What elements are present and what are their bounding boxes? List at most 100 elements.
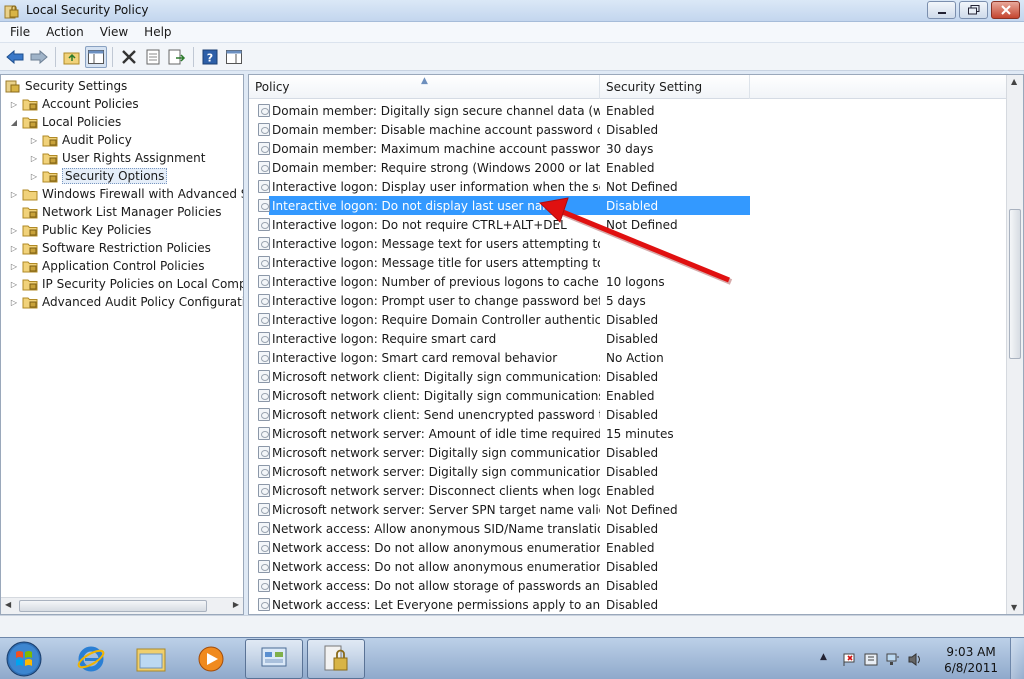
taskbar-internet-explorer[interactable]	[62, 639, 120, 679]
export-list-button[interactable]	[166, 46, 188, 68]
policy-row[interactable]: Interactive logon: Number of previous lo…	[249, 272, 1007, 291]
policy-row[interactable]: Microsoft network client: Digitally sign…	[249, 367, 1007, 386]
policy-row[interactable]: Network access: Let Everyone permissions…	[249, 595, 1007, 614]
policy-row[interactable]: Microsoft network server: Digitally sign…	[249, 462, 1007, 481]
scroll-down-arrow-icon[interactable]: ▼	[1011, 603, 1017, 612]
back-button[interactable]	[4, 46, 26, 68]
policy-row[interactable]: Microsoft network client: Digitally sign…	[249, 386, 1007, 405]
policy-row[interactable]: Microsoft network server: Disconnect cli…	[249, 481, 1007, 500]
tree-expand-icon[interactable]: ▷	[29, 154, 39, 163]
tree-item[interactable]: ▷ IP Security Policies on Local Compute	[9, 275, 243, 293]
policy-row[interactable]: Microsoft network server: Digitally sign…	[249, 443, 1007, 462]
column-header-security-setting[interactable]: Security Setting	[600, 75, 750, 99]
policy-row[interactable]: Microsoft network server: Amount of idle…	[249, 424, 1007, 443]
tree-item[interactable]: ▷ User Rights Assignment	[29, 149, 206, 167]
console-tree: Security Settings ▷ Account Policies ◢ Loca…	[0, 74, 244, 615]
delete-button[interactable]	[118, 46, 140, 68]
action-center-flag-icon[interactable]	[842, 653, 856, 666]
windows-start-icon	[6, 641, 42, 677]
policy-row[interactable]: Interactive logon: Prompt user to change…	[249, 291, 1007, 310]
policy-row[interactable]: Domain member: Require strong (Windows 2…	[249, 158, 1007, 177]
policy-row[interactable]: Domain member: Disable machine account p…	[249, 120, 1007, 139]
policy-row[interactable]: Interactive logon: Message title for use…	[249, 253, 1007, 272]
policy-row[interactable]: Interactive logon: Smart card removal be…	[249, 348, 1007, 367]
tree-item-security-settings[interactable]: Security Settings	[5, 77, 127, 95]
maximize-button[interactable]	[959, 1, 988, 19]
policy-row[interactable]: Network access: Do not allow anonymous e…	[249, 538, 1007, 557]
tree-expand-icon[interactable]: ▷	[29, 136, 39, 145]
tree-item[interactable]: ▷ Security Options	[29, 167, 168, 185]
policy-row[interactable]: Network access: Allow anonymous SID/Name…	[249, 519, 1007, 538]
tree-item[interactable]: ◢ Local Policies	[9, 113, 121, 131]
menu-file[interactable]: File	[2, 22, 38, 43]
tree-item[interactable]: ▷ Software Restriction Policies	[9, 239, 211, 257]
show-hidden-icons-icon[interactable]: ▲	[820, 652, 827, 662]
tree-expand-icon[interactable]: ▷	[9, 100, 19, 109]
policy-row[interactable]: Microsoft network server: Server SPN tar…	[249, 500, 1007, 519]
tree-expand-icon[interactable]: ▷	[9, 190, 19, 199]
show-hide-action-pane-button[interactable]	[223, 46, 245, 68]
policy-row[interactable]: Domain member: Maximum machine account p…	[249, 139, 1007, 158]
taskbar-windows-explorer[interactable]	[122, 639, 180, 679]
policy-security-setting: Enabled	[606, 388, 655, 403]
list-vertical-scrollbar[interactable]: ▲ ▼	[1006, 75, 1023, 614]
tree-expand-icon[interactable]: ▷	[9, 226, 19, 235]
taskbar-local-security-policy[interactable]	[307, 639, 365, 679]
policy-row[interactable]: Interactive logon: Require smart card Dis…	[249, 329, 1007, 348]
taskbar-clock[interactable]: 9:03 AM 6/8/2011	[944, 644, 998, 676]
policy-folder-icon	[42, 153, 58, 165]
tree-expand-icon[interactable]: ▷	[29, 172, 39, 181]
windows-update-icon[interactable]	[864, 653, 878, 666]
tree-item[interactable]: ▷ Audit Policy	[29, 131, 132, 149]
policy-row[interactable]: Domain member: Digitally sign secure cha…	[249, 101, 1007, 120]
help-button[interactable]: ?	[199, 46, 221, 68]
show-hide-console-tree-button[interactable]	[85, 45, 107, 68]
tree-collapse-icon[interactable]: ◢	[9, 118, 19, 127]
tree-item[interactable]: ▷ Account Policies	[9, 95, 139, 113]
policy-security-setting: Disabled	[606, 559, 659, 574]
tree-expand-icon[interactable]: ▷	[9, 244, 19, 253]
menu-view[interactable]: View	[92, 22, 136, 43]
policy-setting-icon	[258, 294, 270, 307]
taskbar-control-panel[interactable]	[245, 639, 303, 679]
minimize-button[interactable]	[927, 1, 956, 19]
policy-row[interactable]: Interactive logon: Require Domain Contro…	[249, 310, 1007, 329]
volume-icon[interactable]	[908, 653, 922, 666]
tree-item[interactable]: ▷ Public Key Policies	[9, 221, 151, 239]
network-icon[interactable]	[886, 653, 900, 666]
column-header-policy[interactable]: ▲ Policy	[249, 75, 600, 99]
show-desktop-button[interactable]	[1010, 638, 1024, 679]
scroll-thumb[interactable]	[19, 600, 207, 612]
tree-expand-icon[interactable]: ▷	[9, 262, 19, 271]
tree-label: Application Control Policies	[42, 259, 205, 273]
properties-button[interactable]	[142, 46, 164, 68]
policy-row[interactable]: Interactive logon: Display user informat…	[249, 177, 1007, 196]
tree-item[interactable]: ▷ Advanced Audit Policy Configuration	[9, 293, 243, 311]
scroll-right-arrow-icon[interactable]: ▶	[233, 600, 239, 609]
policy-row[interactable]: Interactive logon: Message text for user…	[249, 234, 1007, 253]
menu-action[interactable]: Action	[38, 22, 92, 43]
tree-expand-icon[interactable]: ▷	[9, 280, 19, 289]
taskbar-media-player[interactable]	[182, 639, 240, 679]
tree-expand-icon[interactable]: ▷	[9, 298, 19, 307]
tree-item[interactable]: ▷ Application Control Policies	[9, 257, 205, 275]
scroll-thumb[interactable]	[1009, 209, 1021, 359]
policy-row[interactable]: Interactive logon: Do not display last u…	[249, 196, 1007, 215]
scroll-left-arrow-icon[interactable]: ◀	[5, 600, 11, 609]
scroll-up-arrow-icon[interactable]: ▲	[1011, 77, 1017, 86]
toolbar: ?	[0, 43, 1024, 71]
forward-button[interactable]	[28, 46, 50, 68]
up-one-level-button[interactable]	[61, 46, 83, 68]
policy-row[interactable]: Network access: Do not allow storage of …	[249, 576, 1007, 595]
tree-horizontal-scrollbar[interactable]: ◀ ▶	[1, 597, 243, 614]
menu-help[interactable]: Help	[136, 22, 179, 43]
policy-row[interactable]: Network access: Do not allow anonymous e…	[249, 557, 1007, 576]
start-button[interactable]	[4, 640, 44, 678]
export-list-icon	[168, 49, 186, 64]
policy-row[interactable]: Interactive logon: Do not require CTRL+A…	[249, 215, 1007, 234]
tree-item[interactable]: Network List Manager Policies	[9, 203, 222, 221]
close-button[interactable]	[991, 1, 1020, 19]
tree-label: Security Options	[62, 168, 168, 184]
policy-row[interactable]: Microsoft network client: Send unencrypt…	[249, 405, 1007, 424]
tree-item[interactable]: ▷ Windows Firewall with Advanced Secu	[9, 185, 243, 203]
